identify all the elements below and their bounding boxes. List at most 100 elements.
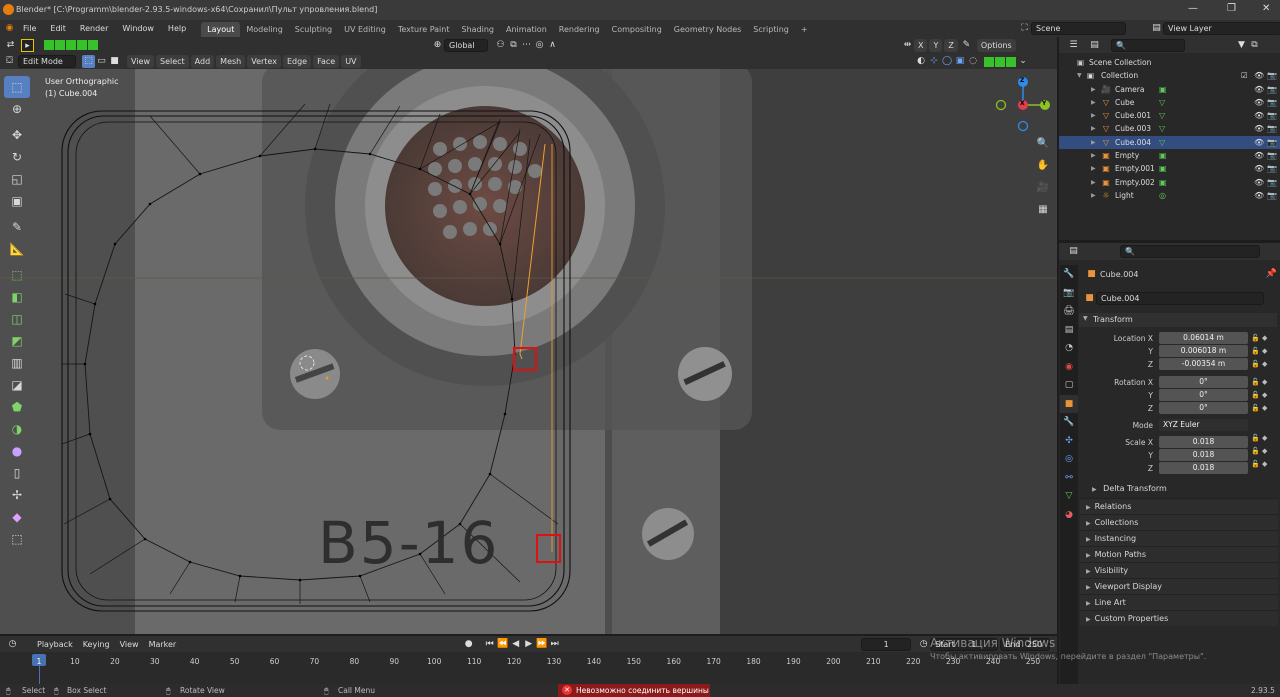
record-icon[interactable]: ●	[462, 638, 475, 651]
play-icon[interactable]: ▶	[522, 638, 535, 651]
rotate-tool-icon[interactable]: ↻	[4, 146, 30, 168]
menu-uv[interactable]: UV	[341, 55, 361, 68]
outliner-item[interactable]: ▶ ▣ Empty ▣ 👁 📷	[1059, 149, 1280, 162]
add-cube-tool-icon[interactable]: ⬚	[4, 264, 30, 286]
expand-arrow-icon[interactable]: ▶	[1091, 109, 1096, 122]
modifier-tab-icon[interactable]: 🔧	[1060, 413, 1078, 432]
play-reverse-icon[interactable]: ◀	[509, 638, 522, 651]
outliner-item[interactable]: ▶ ☼ Light ◎ 👁 📷	[1059, 189, 1280, 202]
expand-arrow-icon[interactable]: ▶	[1091, 136, 1096, 149]
properties-search-input[interactable]: 🔍	[1120, 245, 1260, 258]
visibility-eye-icon[interactable]: 👁	[1254, 149, 1264, 162]
pin-icon[interactable]: 📌	[1265, 268, 1278, 281]
collection-row[interactable]: ▼ ▣ Collection ☑ 👁 📷	[1059, 69, 1280, 82]
object-data-icon[interactable]: ■	[1083, 292, 1096, 305]
scene-selector[interactable]: ⛶ Scene	[1018, 22, 1126, 35]
rotation-z-field[interactable]: 0°	[1159, 402, 1248, 414]
tab-layout[interactable]: Layout	[201, 22, 241, 37]
material-tab-icon[interactable]: ◕	[1060, 506, 1078, 525]
collection-checkbox[interactable]: ☑	[1241, 69, 1248, 82]
outliner-item[interactable]: ▶ 🎥 Camera ▣ 👁 📷	[1059, 83, 1280, 96]
blender-menu-icon[interactable]: ◉	[3, 22, 16, 35]
visibility-eye-icon[interactable]: 👁	[1254, 69, 1264, 82]
physics-tab-icon[interactable]: ◎	[1060, 450, 1078, 469]
render-camera-icon[interactable]: 📷	[1267, 122, 1277, 135]
transform-icon[interactable]: ⇄	[4, 39, 17, 52]
menu-help[interactable]: Help	[161, 20, 193, 37]
gizmo-toggle-icon[interactable]: ⊹	[928, 55, 941, 68]
object-data-icon[interactable]: ▽	[1159, 122, 1165, 135]
render-camera-icon[interactable]: 📷	[1267, 162, 1277, 175]
expand-arrow-icon[interactable]: ▶	[1091, 83, 1096, 96]
tab-rendering[interactable]: Rendering	[553, 22, 606, 37]
transform-panel-header[interactable]: ▼ Transform	[1079, 313, 1277, 327]
particles-tab-icon[interactable]: ✣	[1060, 432, 1078, 451]
collection-expand-icon[interactable]: ▼	[1077, 69, 1082, 82]
zoom-icon[interactable]: 🔍	[1034, 132, 1052, 154]
edge-slide-tool-icon[interactable]: ▯	[4, 462, 30, 484]
object-data-icon[interactable]: ▽	[1159, 136, 1165, 149]
expand-arrow-icon[interactable]: ▶	[1091, 96, 1096, 109]
expand-arrow-icon[interactable]: ▶	[1091, 176, 1096, 189]
properties-panel-header[interactable]: ▶ Visibility	[1080, 562, 1278, 578]
menu-file[interactable]: File	[16, 20, 43, 37]
menu-edge[interactable]: Edge	[282, 55, 312, 68]
face-select-icon[interactable]: ■	[108, 55, 121, 68]
pan-hand-icon[interactable]: ✋	[1034, 154, 1052, 176]
close-icon[interactable]: ✕	[1262, 3, 1270, 14]
world-tab-icon[interactable]: ◉	[1060, 358, 1078, 377]
view-layer-selector[interactable]: ▤ View Layer	[1150, 22, 1280, 35]
expand-arrow-icon[interactable]: ▶	[1091, 122, 1096, 135]
rotation-x-field[interactable]: 0°	[1159, 376, 1248, 388]
tab-uv-editing[interactable]: UV Editing	[338, 22, 392, 37]
visibility-eye-icon[interactable]: 👁	[1254, 122, 1264, 135]
jump-start-icon[interactable]: ⏮	[483, 638, 496, 651]
jump-key-back-icon[interactable]: ⏪	[496, 638, 509, 651]
render-tab-icon[interactable]: 📷	[1060, 284, 1078, 303]
properties-panel-header[interactable]: ▶ Viewport Display	[1080, 578, 1278, 594]
jump-key-forward-icon[interactable]: ⏩	[535, 638, 548, 651]
tab-texture-paint[interactable]: Texture Paint	[392, 22, 456, 37]
expand-arrow-icon[interactable]: ▶	[1091, 162, 1096, 175]
move-tool-icon[interactable]: ✥	[4, 124, 30, 146]
visibility-eye-icon[interactable]: 👁	[1254, 136, 1264, 149]
timeline-editor-icon[interactable]: ◷	[6, 638, 19, 651]
menu-add[interactable]: Add	[190, 55, 215, 68]
minimize-icon[interactable]: —	[1188, 3, 1198, 14]
falloff-icon[interactable]: ∧	[546, 39, 559, 52]
scale-z-field[interactable]: 0.018	[1159, 462, 1248, 474]
scene-field[interactable]: Scene	[1031, 22, 1126, 35]
render-camera-icon[interactable]: 📷	[1267, 189, 1277, 202]
wrench-icon[interactable]: ✎	[960, 39, 973, 52]
clock-icon[interactable]: ◷	[917, 638, 930, 651]
pivot-icon[interactable]: ⚇	[494, 39, 507, 52]
axis-x-toggle[interactable]: X	[914, 39, 928, 52]
axis-y-toggle[interactable]: Y	[929, 39, 943, 52]
select-new-icons[interactable]	[44, 39, 99, 52]
render-camera-icon[interactable]: 📷	[1267, 149, 1277, 162]
outliner-item[interactable]: ▶ ▽ Cube ▽ 👁 📷	[1059, 96, 1280, 109]
properties-panel-header[interactable]: ▶ Relations	[1080, 498, 1278, 514]
shrink-fatten-tool-icon[interactable]: ✢	[4, 484, 30, 506]
tab-animation[interactable]: Animation	[500, 22, 553, 37]
object-data-icon[interactable]: ▽	[1159, 109, 1165, 122]
editor-type-icon[interactable]: ⛋	[3, 55, 16, 68]
timeline-view-menu[interactable]: View	[116, 638, 143, 651]
outliner-item[interactable]: ▶ ▣ Empty.002 ▣ 👁 📷	[1059, 176, 1280, 189]
cursor-tool-icon[interactable]: ⊕	[4, 98, 30, 120]
overlay-toggle-icon[interactable]: ◯	[941, 55, 954, 68]
object-data-icon[interactable]: ▣	[1159, 149, 1167, 162]
proportional-icon[interactable]: ◎	[533, 39, 546, 52]
menu-select[interactable]: Select	[155, 55, 189, 68]
visibility-eye-icon[interactable]: 👁	[1254, 109, 1264, 122]
transform-tool-icon[interactable]: ▣	[4, 190, 30, 212]
tab-compositing[interactable]: Compositing	[606, 22, 668, 37]
camera-view-icon[interactable]: 🎥	[1034, 176, 1052, 198]
visibility-eye-icon[interactable]: 👁	[1254, 83, 1264, 96]
render-camera-icon[interactable]: 📷	[1267, 176, 1277, 189]
menu-edit[interactable]: Edit	[43, 20, 73, 37]
perspective-grid-icon[interactable]: ▦	[1034, 198, 1052, 220]
edge-select-icon[interactable]: ▭	[95, 55, 108, 68]
keying-menu[interactable]: Keying	[79, 638, 114, 651]
snap-target-icon[interactable]: ⋯	[520, 39, 533, 52]
